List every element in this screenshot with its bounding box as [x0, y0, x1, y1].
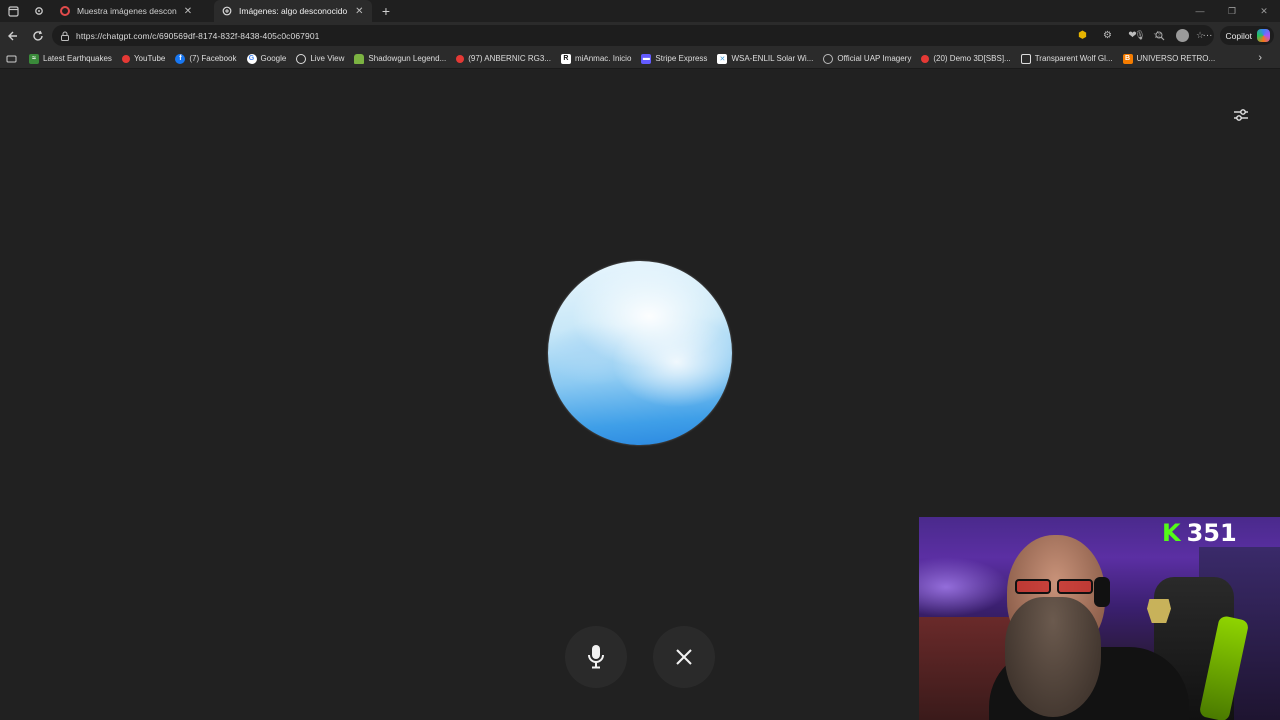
recording-favicon-icon: [60, 6, 70, 16]
copilot-logo-icon: [1257, 29, 1270, 42]
tab-actions-icon: [7, 5, 19, 17]
earthquake-icon: ≈: [29, 53, 39, 64]
google-icon: G: [246, 53, 257, 64]
tab-title: Imágenes: algo desconocido para: [239, 6, 349, 16]
voice-orb: [548, 261, 732, 445]
facebook-icon: f: [175, 53, 186, 64]
address-bar[interactable]: https://chatgpt.com/c/690569df-8174-832f…: [52, 25, 1214, 46]
background-light: [919, 557, 1009, 617]
webcam-overlay: K 351: [919, 517, 1280, 720]
end-voice-button[interactable]: [653, 626, 715, 688]
microphone-button[interactable]: [565, 626, 627, 688]
bookmark-google[interactable]: G Google: [246, 53, 286, 64]
android-icon: [354, 53, 365, 64]
bookmark-demo-3d[interactable]: (20) Demo 3D[SBS]...: [921, 54, 1011, 63]
tab-actions-button[interactable]: [0, 0, 26, 22]
reload-icon: [33, 30, 43, 41]
tab-muestra[interactable]: Muestra imágenes desconoc ✕: [52, 0, 214, 22]
bookmark-shadowgun[interactable]: Shadowgun Legend...: [354, 53, 446, 64]
back-button[interactable]: [1, 24, 25, 48]
extension-icons: ⬢ ⚙ ❤ ☆ ···: [1076, 22, 1214, 49]
youtube-icon: [921, 54, 930, 63]
sliders-icon: [1234, 109, 1248, 121]
bookmark-anbernic[interactable]: (97) ANBERNIC RG3...: [456, 54, 551, 63]
bookmarks-bar: ≈ Latest Earthquakes YouTube f (7) Faceboo…: [0, 49, 1280, 69]
browser-toolbar: https://chatgpt.com/c/690569df-8174-832f…: [0, 22, 1280, 49]
copilot-label: Copilot: [1225, 30, 1252, 41]
bookmark-stripe[interactable]: ▬ Stripe Express: [641, 53, 707, 64]
noaa-icon: ✕: [717, 53, 728, 64]
close-tab-icon[interactable]: ✕: [183, 6, 193, 17]
microphone-icon: [588, 645, 604, 669]
youtube-icon: [121, 54, 130, 63]
kick-viewer-count: K 351: [1162, 519, 1237, 547]
streamer-beard: [1005, 597, 1101, 717]
stripe-icon: ▬: [641, 53, 652, 64]
browser-window: Muestra imágenes desconoc ✕ Imágenes: al…: [0, 0, 1280, 720]
plus-icon: +: [381, 3, 391, 19]
extensions-icon[interactable]: ⚙: [1101, 29, 1114, 42]
close-tab-icon[interactable]: ✕: [355, 6, 364, 17]
bookmark-live-view[interactable]: Live View: [296, 53, 344, 64]
gear-icon: [35, 7, 43, 15]
bookmarks-menu-icon[interactable]: [6, 54, 17, 64]
kick-logo-icon: K: [1162, 519, 1181, 547]
tab-strip: Muestra imágenes desconoc ✕ Imágenes: al…: [0, 0, 1280, 22]
bookmark-wsa-enlil[interactable]: ✕ WSA-ENLIL Solar Wi...: [717, 53, 813, 64]
bookmark-facebook[interactable]: f (7) Facebook: [175, 53, 237, 64]
reload-button[interactable]: [26, 24, 50, 48]
bookmark-latest-earthquakes[interactable]: ≈ Latest Earthquakes: [29, 53, 112, 64]
chatgpt-favicon-icon: [222, 6, 232, 16]
back-arrow-icon: [8, 31, 17, 40]
bookmark-transparent-wolf[interactable]: Transparent Wolf Gl...: [1020, 53, 1113, 64]
profile-avatar-icon[interactable]: [1176, 29, 1189, 42]
window-controls: — ❐ ✕: [1184, 0, 1280, 22]
tab-imagenes[interactable]: Imágenes: algo desconocido para ✕: [214, 0, 372, 22]
window-close-icon[interactable]: ✕: [1248, 0, 1280, 22]
favorites-icon[interactable]: ☆: [1151, 29, 1164, 42]
browser-essentials-icon[interactable]: ❤: [1126, 29, 1139, 42]
site-info-icon[interactable]: [60, 31, 70, 41]
shield-extension-icon[interactable]: ⬢: [1076, 29, 1089, 42]
voice-settings-button[interactable]: [1230, 104, 1252, 126]
blogger-icon: B: [1122, 53, 1133, 64]
copilot-button[interactable]: Copilot: [1219, 26, 1274, 45]
r-icon: R: [560, 53, 571, 64]
close-icon: [676, 649, 692, 665]
page-icon: [1020, 53, 1031, 64]
tab-title: Muestra imágenes desconoc: [77, 6, 177, 16]
headset: [1094, 577, 1110, 607]
url-text[interactable]: https://chatgpt.com/c/690569df-8174-832f…: [76, 31, 320, 41]
minimize-icon[interactable]: —: [1184, 0, 1216, 22]
youtube-icon: [456, 54, 465, 63]
uap-icon: [823, 53, 834, 64]
liveview-icon: [296, 53, 307, 64]
bookmark-uap-imagery[interactable]: Official UAP Imagery: [823, 53, 911, 64]
more-menu-icon[interactable]: ···: [1201, 29, 1214, 42]
viewer-count: 351: [1186, 519, 1237, 547]
workspaces-button[interactable]: [26, 0, 52, 22]
bookmark-mianmac[interactable]: RmiAnmac. Inicio: [560, 53, 631, 64]
bookmark-universo-retro[interactable]: B UNIVERSO RETRO...: [1122, 53, 1215, 64]
bookmark-youtube[interactable]: YouTube: [121, 54, 165, 63]
new-tab-button[interactable]: +: [376, 1, 396, 21]
bookmarks-overflow-chevron-icon[interactable]: ›: [1258, 52, 1262, 64]
restore-icon[interactable]: ❐: [1216, 0, 1248, 22]
